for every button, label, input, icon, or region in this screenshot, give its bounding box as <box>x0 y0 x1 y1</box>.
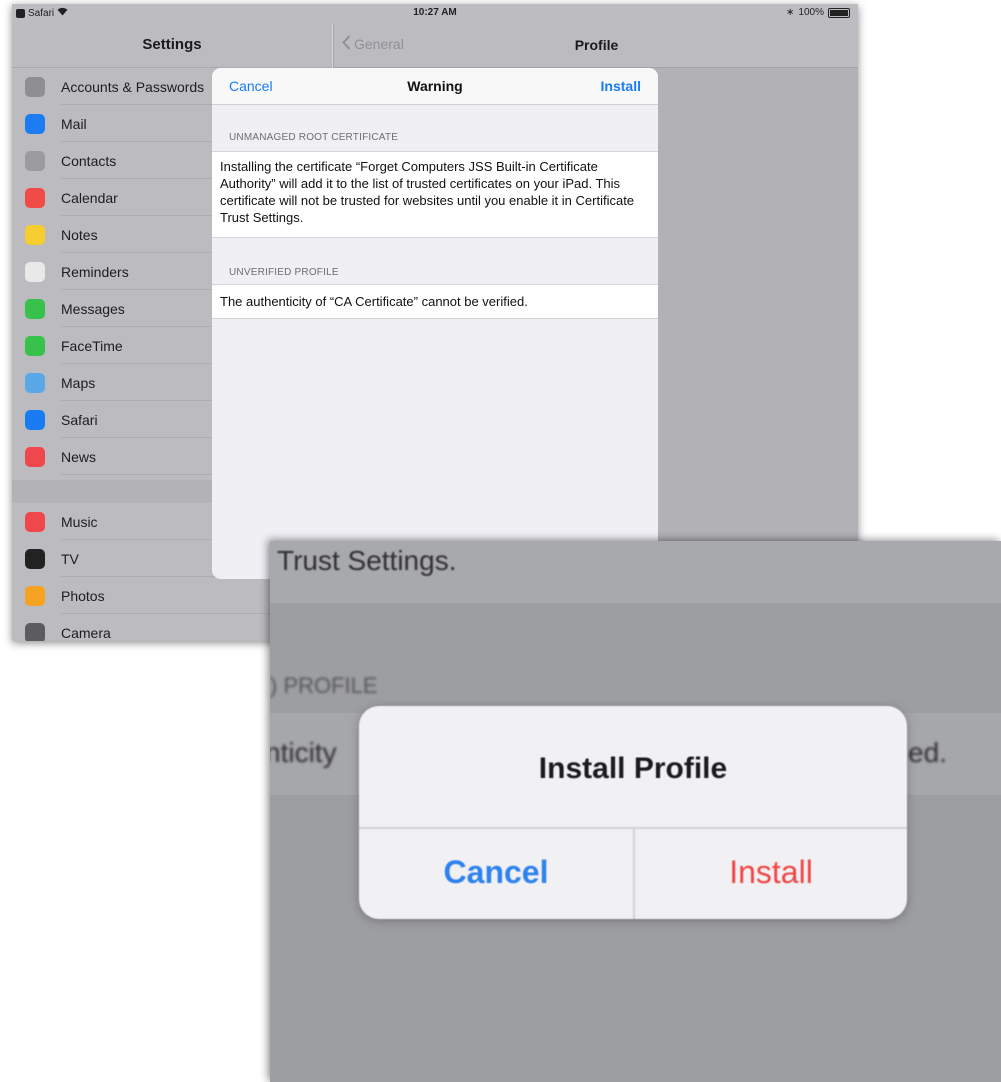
zoom-row-text-right: ed. <box>908 737 947 768</box>
sidebar-item-label: Contacts <box>61 152 117 169</box>
install-button[interactable]: Install <box>601 78 641 94</box>
install-profile-alert: Install Profile Cancel Install <box>359 706 907 919</box>
alert-title: Install Profile <box>538 752 728 785</box>
section-body-unverified: The authenticity of “CA Certificate” can… <box>212 284 658 319</box>
detail-title: Profile <box>574 37 619 53</box>
news-icon <box>25 446 45 467</box>
safari-icon <box>25 409 45 430</box>
battery-percent: 100% <box>798 7 824 18</box>
section-header-unverified: UNVERIFIED PROFILE <box>229 267 339 278</box>
sidebar-item-label: Calendar <box>61 189 118 206</box>
messages-icon <box>25 298 45 319</box>
mail-icon <box>25 113 45 134</box>
detail-nav-bar: General Profile <box>334 23 858 68</box>
sidebar-item-label: Mail <box>61 115 87 132</box>
sidebar-item-label: Camera <box>61 624 111 641</box>
notes-icon <box>25 224 45 245</box>
sidebar-item-label: News <box>61 448 97 465</box>
sidebar-item-label: Notes <box>61 226 98 243</box>
sidebar-item-label: Safari <box>61 411 98 428</box>
key-icon <box>25 76 45 97</box>
maps-icon <box>25 372 45 393</box>
sidebar-item-label: FaceTime <box>61 337 123 354</box>
sidebar-item-label: Music <box>61 513 98 530</box>
reminders-icon <box>25 261 45 282</box>
warning-sheet: Cancel Warning Install UNMANAGED ROOT CE… <box>212 68 658 579</box>
calendar-icon <box>25 187 45 208</box>
tv-icon <box>25 548 45 569</box>
music-icon <box>25 511 45 532</box>
bluetooth-icon: ∗ <box>786 7 795 18</box>
status-time: 10:27 AM <box>413 7 457 18</box>
facetime-icon <box>25 335 45 356</box>
status-bar: Safari 10:27 AM ∗ 100% <box>12 4 858 23</box>
battery-icon <box>828 7 850 18</box>
sidebar-item-label: Messages <box>61 300 125 317</box>
sidebar-item-label: TV <box>61 550 79 567</box>
settings-title: Settings <box>12 23 332 68</box>
sheet-title: Warning <box>407 78 463 94</box>
zoom-row-text-left: nticity <box>270 737 337 768</box>
photos-icon <box>25 585 45 606</box>
camera-icon <box>25 622 45 641</box>
contacts-icon <box>25 150 45 171</box>
zoomed-inset: Trust Settings. ) PROFILE nticity ed. In… <box>270 541 1001 1082</box>
sidebar-item-label: Photos <box>61 587 105 604</box>
section-header-root-cert: UNMANAGED ROOT CERTIFICATE <box>229 132 399 143</box>
zoom-section-label: ) PROFILE <box>270 673 378 698</box>
sidebar-item-label: Accounts & Passwords <box>61 78 205 95</box>
alert-install-button[interactable]: Install <box>635 854 907 891</box>
status-right: ∗ 100% <box>786 7 850 18</box>
section-body-root-cert: Installing the certificate “Forget Compu… <box>212 151 658 238</box>
root-cert-warning-text: Installing the certificate “Forget Compu… <box>220 159 635 225</box>
alert-cancel-button[interactable]: Cancel <box>359 854 633 891</box>
unverified-warning-text: The authenticity of “CA Certificate” can… <box>220 294 528 309</box>
sidebar-item-label: Maps <box>61 374 96 391</box>
zoom-trust-text: Trust Settings. <box>277 545 457 576</box>
sheet-header: Cancel Warning Install <box>212 68 658 105</box>
sidebar-item-label: Reminders <box>61 263 129 280</box>
